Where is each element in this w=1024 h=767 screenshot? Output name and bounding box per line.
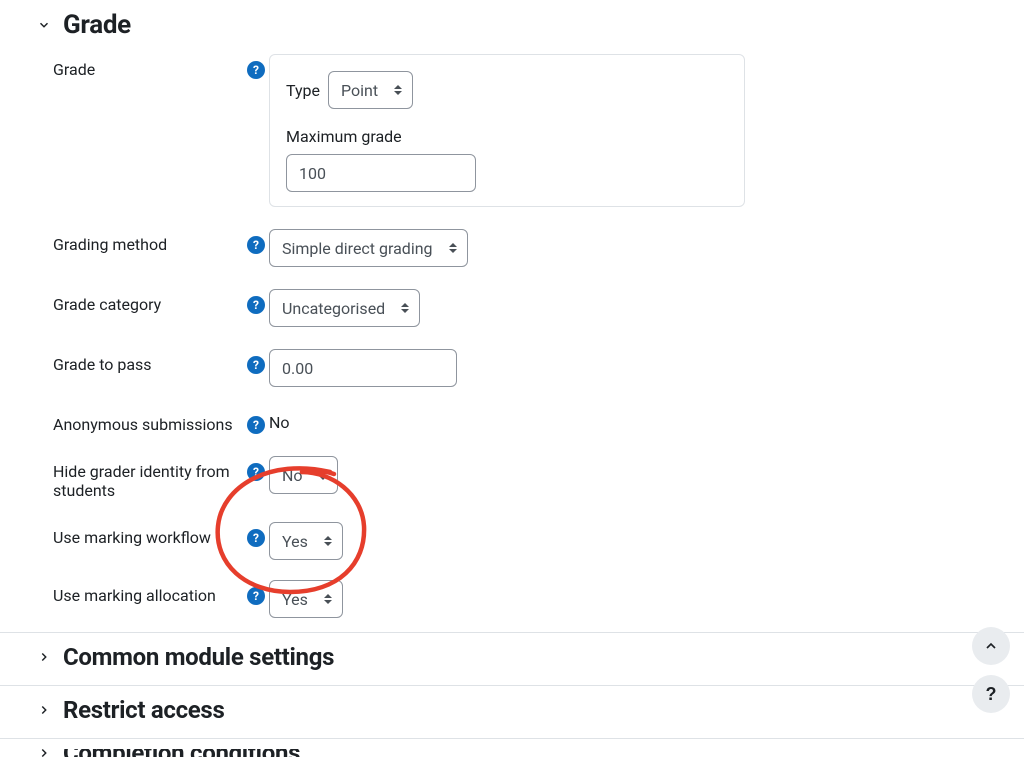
row-marking-workflow: Use marking workflow ? Yes	[53, 520, 989, 560]
chevron-right-icon	[35, 701, 53, 719]
row-grade-category: Grade category ? Uncategorised	[53, 287, 989, 327]
sort-icon	[401, 303, 409, 313]
divider	[0, 738, 1024, 739]
sort-icon	[324, 536, 332, 546]
help-button[interactable]: ?	[972, 675, 1010, 713]
section-header-common[interactable]: Common module settings	[35, 643, 989, 671]
sort-icon	[449, 243, 457, 253]
chevron-right-icon	[35, 749, 53, 757]
row-anon-submissions: Anonymous submissions ? No	[53, 407, 989, 434]
label-allocation: Use marking allocation	[53, 586, 216, 605]
grade-section-body: Grade ? Type Point Maximum grade	[35, 52, 989, 618]
help-icon-grading-method[interactable]: ?	[247, 236, 265, 254]
select-grading-method[interactable]: Simple direct grading	[269, 229, 468, 267]
section-header-restrict[interactable]: Restrict access	[35, 696, 989, 724]
section-title-restrict: Restrict access	[63, 696, 225, 724]
select-workflow[interactable]: Yes	[269, 522, 343, 560]
label-grade-type: Type	[286, 81, 320, 100]
section-title-grade: Grade	[63, 10, 131, 40]
label-anon: Anonymous submissions	[53, 415, 233, 434]
sort-icon	[394, 85, 402, 95]
input-grade-to-pass[interactable]	[269, 349, 457, 387]
row-hide-grader: Hide grader identity from students ? No	[53, 454, 989, 500]
select-hide-grader-value: No	[282, 466, 303, 485]
chevron-down-icon	[35, 16, 53, 34]
row-marking-allocation: Use marking allocation ? Yes	[53, 578, 989, 618]
section-header-completion[interactable]: Completion conditions	[35, 749, 989, 757]
select-grading-method-value: Simple direct grading	[282, 239, 433, 258]
floating-buttons: ?	[972, 627, 1010, 713]
value-anon: No	[269, 413, 290, 432]
divider	[0, 685, 1024, 686]
select-allocation[interactable]: Yes	[269, 580, 343, 618]
help-icon-anon[interactable]: ?	[247, 416, 265, 434]
row-grade-to-pass: Grade to pass ?	[53, 347, 989, 387]
help-icon-grade-category[interactable]: ?	[247, 296, 265, 314]
sort-icon	[319, 470, 327, 480]
help-icon-grade-to-pass[interactable]: ?	[247, 356, 265, 374]
section-title-completion: Completion conditions	[63, 749, 300, 757]
input-max-grade[interactable]	[286, 154, 476, 192]
help-icon-hide-grader[interactable]: ?	[247, 463, 265, 481]
divider	[0, 632, 1024, 633]
label-max-grade: Maximum grade	[286, 127, 728, 146]
select-hide-grader[interactable]: No	[269, 456, 338, 494]
help-icon-workflow[interactable]: ?	[247, 529, 265, 547]
row-grade: Grade ? Type Point Maximum grade	[53, 52, 989, 207]
help-icon-allocation[interactable]: ?	[247, 587, 265, 605]
select-grade-type-value: Point	[341, 81, 378, 100]
select-grade-category[interactable]: Uncategorised	[269, 289, 420, 327]
sort-icon	[324, 594, 332, 604]
row-grading-method: Grading method ? Simple direct grading	[53, 227, 989, 267]
label-grade-category: Grade category	[53, 295, 161, 314]
label-grading-method: Grading method	[53, 235, 167, 254]
label-hide-grader: Hide grader identity from students	[53, 462, 243, 500]
label-workflow: Use marking workflow	[53, 528, 211, 547]
label-grade: Grade	[53, 60, 95, 79]
select-allocation-value: Yes	[282, 590, 308, 609]
chevron-right-icon	[35, 648, 53, 666]
select-grade-category-value: Uncategorised	[282, 299, 385, 318]
grade-box: Type Point Maximum grade	[269, 54, 745, 207]
select-workflow-value: Yes	[282, 532, 308, 551]
help-icon-grade[interactable]: ?	[247, 61, 265, 79]
section-header-grade[interactable]: Grade	[35, 10, 989, 40]
label-grade-to-pass: Grade to pass	[53, 355, 152, 374]
scroll-to-top-button[interactable]	[972, 627, 1010, 665]
section-title-common: Common module settings	[63, 643, 334, 671]
select-grade-type[interactable]: Point	[328, 71, 413, 109]
